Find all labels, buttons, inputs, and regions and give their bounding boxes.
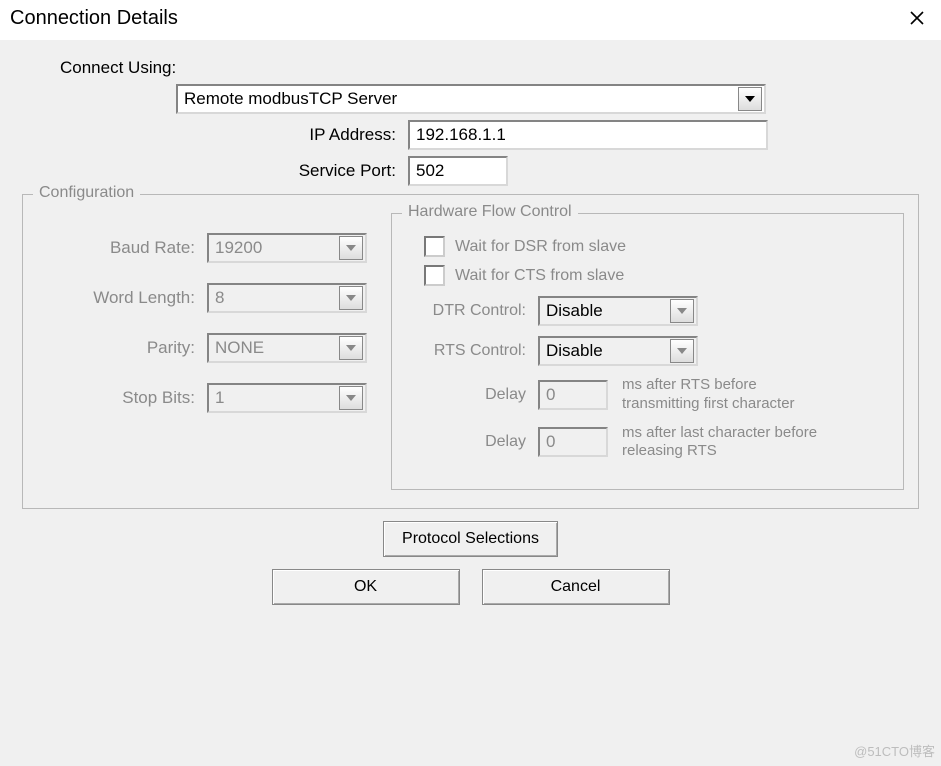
connection-details-dialog: { "title": "Connection Details", "connec… [0, 0, 941, 766]
baud-rate-label: Baud Rate: [55, 238, 207, 258]
chevron-down-icon [339, 336, 363, 360]
watermark: @51CTO博客 [854, 741, 935, 760]
connect-using-value: Remote modbusTCP Server [178, 89, 736, 109]
delay2-input: 0 [538, 427, 608, 457]
checkbox-icon [424, 265, 445, 286]
parity-combo: NONE [207, 333, 367, 363]
chevron-down-icon [670, 299, 694, 323]
delay2-note: ms after last character before releasing… [622, 424, 832, 462]
word-length-combo: 8 [207, 283, 367, 313]
word-length-label: Word Length: [55, 288, 207, 308]
service-port-input[interactable]: 502 [408, 156, 508, 186]
ok-button[interactable]: OK [272, 569, 460, 605]
dialog-body: Connect Using: Remote modbusTCP Server I… [0, 40, 941, 611]
stop-bits-label: Stop Bits: [55, 388, 207, 408]
delay1-note: ms after RTS before transmitting first c… [622, 376, 832, 414]
ip-address-label: IP Address: [176, 125, 408, 145]
ip-address-input[interactable]: 192.168.1.1 [408, 120, 768, 150]
configuration-legend: Configuration [33, 184, 140, 202]
parity-label: Parity: [55, 338, 207, 358]
configuration-group: Configuration Baud Rate: 19200 Word Leng… [22, 194, 919, 509]
service-port-label: Service Port: [176, 161, 408, 181]
chevron-down-icon [738, 87, 762, 111]
dtr-control-label: DTR Control: [406, 302, 538, 320]
titlebar: Connection Details [0, 0, 941, 40]
checkbox-icon [424, 236, 445, 257]
close-icon [909, 10, 925, 26]
dtr-control-combo: Disable [538, 296, 698, 326]
dialog-title: Connection Details [10, 7, 178, 30]
stop-bits-combo: 1 [207, 383, 367, 413]
close-button[interactable] [903, 4, 931, 32]
chevron-down-icon [339, 286, 363, 310]
chevron-down-icon [670, 339, 694, 363]
wait-cts-checkbox: Wait for CTS from slave [424, 265, 889, 286]
rts-control-label: RTS Control: [406, 342, 538, 360]
protocol-selections-button[interactable]: Protocol Selections [383, 521, 558, 557]
chevron-down-icon [339, 236, 363, 260]
hardware-flow-control-legend: Hardware Flow Control [402, 203, 578, 221]
connect-using-label: Connect Using: [60, 58, 935, 78]
baud-rate-combo: 19200 [207, 233, 367, 263]
cancel-button[interactable]: Cancel [482, 569, 670, 605]
chevron-down-icon [339, 386, 363, 410]
delay2-label: Delay [406, 433, 538, 451]
hardware-flow-control-group: Hardware Flow Control Wait for DSR from … [391, 213, 904, 490]
delay1-input: 0 [538, 380, 608, 410]
delay1-label: Delay [406, 386, 538, 404]
connect-using-combo[interactable]: Remote modbusTCP Server [176, 84, 766, 114]
rts-control-combo: Disable [538, 336, 698, 366]
serial-settings: Baud Rate: 19200 Word Length: 8 [37, 213, 367, 490]
wait-dsr-checkbox: Wait for DSR from slave [424, 236, 889, 257]
